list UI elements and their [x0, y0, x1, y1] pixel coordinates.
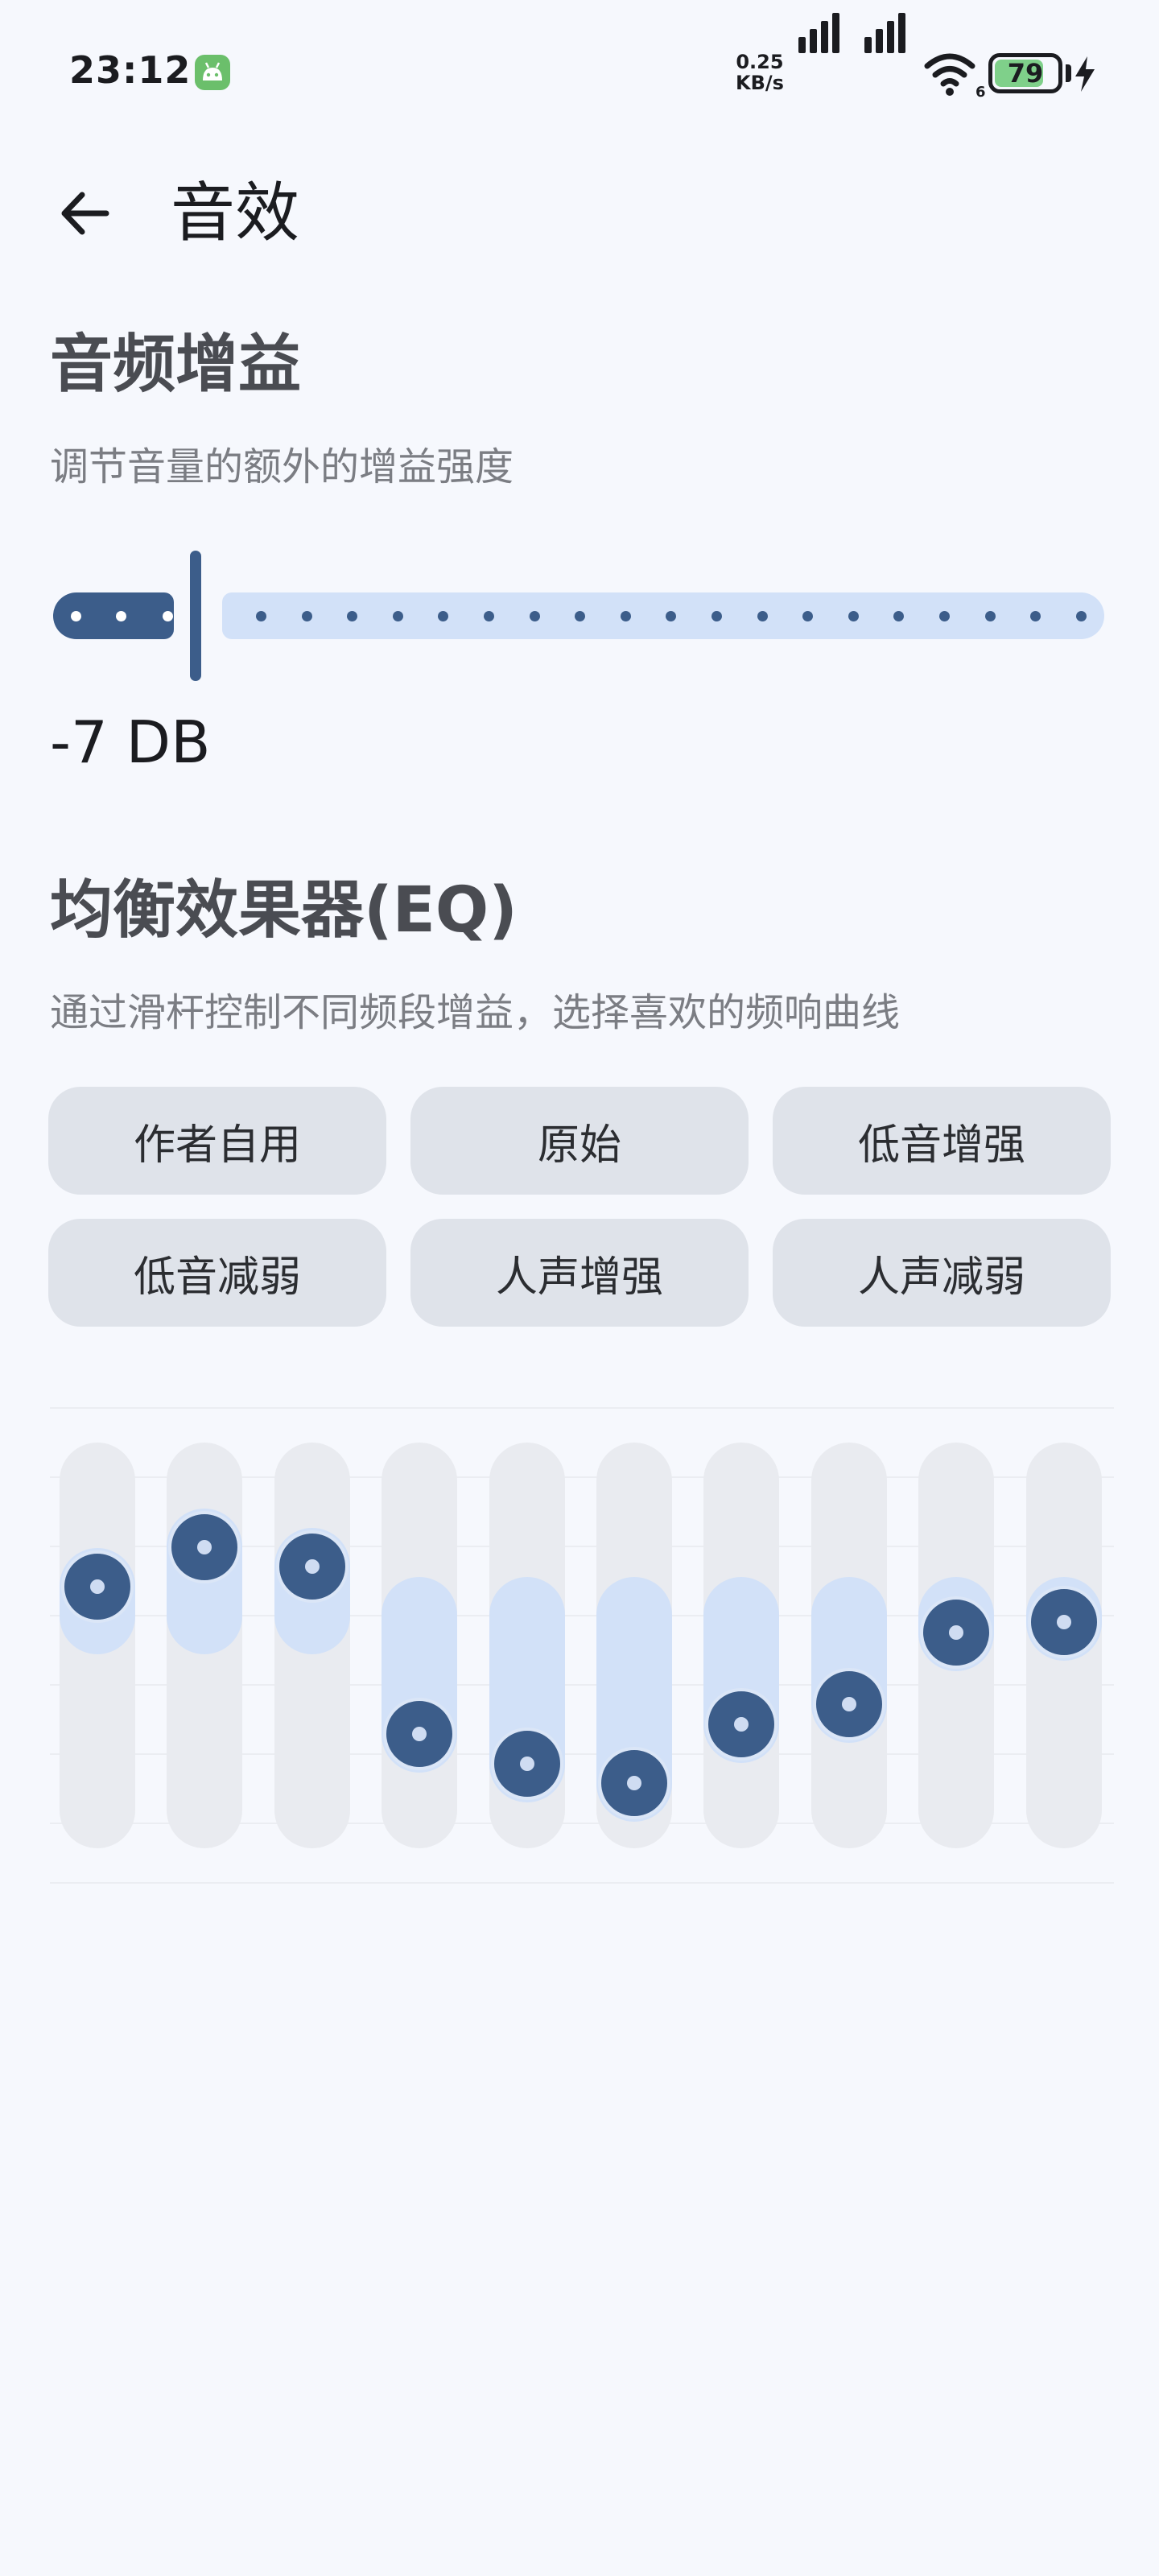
- eq-band-slider[interactable]: [167, 1443, 243, 1848]
- gain-tick: [711, 611, 722, 621]
- gain-tick-active: [116, 611, 126, 621]
- gain-tick: [1075, 611, 1087, 621]
- preset-bass-boost[interactable]: 低音增强: [773, 1087, 1111, 1195]
- eq-band-knob[interactable]: [920, 1596, 993, 1669]
- eq-band-slider[interactable]: [274, 1443, 350, 1848]
- gain-tick: [757, 611, 768, 621]
- eq-band-slider[interactable]: [703, 1443, 780, 1848]
- gain-tick: [256, 611, 266, 621]
- eq-band-slider[interactable]: [489, 1443, 565, 1848]
- page-title: 音效: [171, 175, 299, 250]
- wifi-label: 6: [975, 84, 985, 98]
- eq-band-slider[interactable]: [596, 1443, 672, 1848]
- gain-section-title: 音频增益: [50, 328, 302, 401]
- eq-band-knob[interactable]: [61, 1550, 134, 1623]
- network-speed: 0.25 KB/s: [736, 52, 784, 93]
- gain-tick: [984, 611, 996, 621]
- gain-tick: [939, 611, 950, 621]
- preset-original[interactable]: 原始: [410, 1087, 749, 1195]
- gain-tick: [484, 611, 494, 621]
- charging-bolt-icon: [1074, 56, 1096, 95]
- back-button[interactable]: [50, 179, 119, 248]
- eq-band-slider[interactable]: [60, 1443, 135, 1848]
- eq-grid-line: [50, 1407, 1114, 1409]
- eq-band-knob[interactable]: [705, 1687, 778, 1761]
- battery-percent: 79: [1007, 58, 1044, 89]
- gain-tick: [848, 611, 859, 621]
- wifi-icon: 6: [924, 52, 986, 101]
- android-app-icon: [195, 55, 230, 90]
- eq-band-knob[interactable]: [275, 1530, 349, 1604]
- gain-tick: [529, 611, 540, 621]
- preset-vocal-reduce[interactable]: 人声减弱: [773, 1219, 1111, 1327]
- battery-tip: [1066, 64, 1071, 82]
- network-speed-value: 0.25: [736, 51, 784, 73]
- eq-band-knob[interactable]: [1027, 1586, 1100, 1659]
- network-speed-unit: KB/s: [736, 72, 784, 94]
- eq-band-knob[interactable]: [598, 1747, 670, 1820]
- eq-band-knob[interactable]: [490, 1727, 563, 1800]
- gain-tick: [620, 611, 631, 621]
- preset-vocal-boost[interactable]: 人声增强: [410, 1219, 749, 1327]
- preset-bass-reduce[interactable]: 低音减弱: [48, 1219, 386, 1327]
- eq-band-knob[interactable]: [812, 1668, 885, 1741]
- gain-slider[interactable]: [53, 547, 1104, 684]
- gain-slider-handle[interactable]: [190, 551, 201, 681]
- eq-section-description: 通过滑杆控制不同频段增益，选择喜欢的频响曲线: [50, 990, 901, 1035]
- preset-author[interactable]: 作者自用: [48, 1087, 386, 1195]
- gain-tick: [392, 611, 403, 621]
- gain-tick-active: [71, 611, 81, 621]
- eq-band-slider[interactable]: [1025, 1443, 1102, 1848]
- eq-section-title: 均衡效果器(EQ): [50, 874, 518, 947]
- gain-section-description: 调节音量的额外的增益强度: [50, 444, 514, 489]
- arrow-left-icon: [61, 192, 109, 235]
- eq-band-knob[interactable]: [383, 1698, 456, 1771]
- battery-icon: 79: [988, 53, 1062, 93]
- eq-band-knob[interactable]: [168, 1510, 241, 1583]
- eq-band-slider[interactable]: [810, 1443, 887, 1848]
- gain-tick-active: [163, 611, 173, 621]
- status-bar: 23:12 0.25 KB/s 6 79: [0, 0, 1159, 149]
- eq-grid-line: [50, 1882, 1114, 1884]
- eq-band-slider[interactable]: [382, 1443, 458, 1848]
- status-time: 23:12: [69, 48, 192, 92]
- eq-band-slider[interactable]: [918, 1443, 995, 1848]
- gain-value: -7 DB: [50, 708, 211, 776]
- gain-tick: [301, 611, 312, 621]
- eq-sliders: [50, 1407, 1114, 1884]
